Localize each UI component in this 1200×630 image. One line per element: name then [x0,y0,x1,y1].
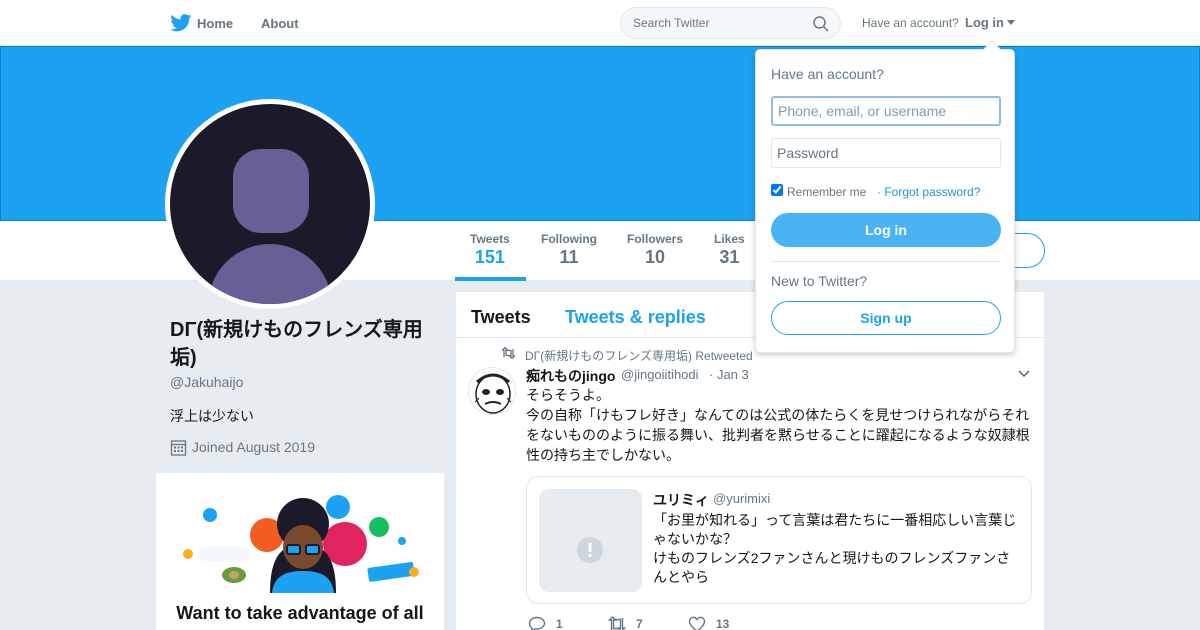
tweet-author-handle[interactable]: @jingoiitihodi [621,367,699,382]
new-to-twitter-text: New to Twitter? [771,273,868,289]
stat-value: 151 [474,247,505,267]
quoted-text-line: ゃないかな？ [653,531,737,547]
tweet-text-line: 今の自称「けもフレ好き」なんてのは公式の体たらくを見せつけられながらそれ [526,407,1030,423]
quoted-author-name: ユリミィ [653,492,709,508]
top-nav-bar: Home About Have an account? Log in [0,0,1200,46]
search-box [620,7,841,39]
have-account-text: Have an account? [862,16,959,30]
stat-followers[interactable]: Followers 10 [627,232,683,268]
stat-label: Followers [627,232,684,246]
login-button[interactable]: Log in [771,213,1001,247]
signup-button[interactable]: Sign up [771,301,1001,335]
remember-me-label[interactable]: Remember me [787,185,866,199]
promo-illustration [183,495,419,593]
retweeted-by-text: DΓ(新規けものフレンズ専用垢) Retweeted [525,349,753,363]
quoted-author-handle: @yurimixi [713,491,771,506]
quoted-tweet-image-placeholder [539,489,642,592]
default-avatar-image [170,104,370,304]
tab-tweets-and-replies[interactable]: Tweets & replies [565,307,706,328]
unavailable-image-icon [577,537,603,563]
stat-label: Tweets [470,232,510,246]
active-stat-underline [455,277,526,281]
quoted-text-line: けものフレンズ2ファンさんと現けものフレンズファンさ [653,550,1011,566]
tab-tweets[interactable]: Tweets [471,307,531,328]
login-dropdown-toggle[interactable]: Log in [965,15,1004,30]
heart-icon [688,616,706,630]
dropdown-title: Have an account? [771,66,884,82]
caret-down-icon[interactable] [1007,20,1015,25]
stat-following[interactable]: Following 11 [541,232,597,268]
search-icon[interactable] [812,15,830,33]
tweet-text-line: をないもののように振る舞い、批判者を黙らせることに躍起になるような奴隷根 [526,427,1030,443]
forgot-password-link[interactable]: · Forgot password? [877,185,980,199]
nav-home-link[interactable]: Home [197,16,233,31]
password-field[interactable] [771,138,1001,168]
tweet-date[interactable]: · Jan 3 [709,367,749,382]
stat-value: 10 [644,247,666,267]
profile-name: DΓ(新規けものフレンズ専用垢) [170,319,423,369]
retweet-icon [608,616,626,630]
stat-tweets[interactable]: Tweets 151 [470,232,510,268]
nav-about-link[interactable]: About [261,16,299,31]
tweet-text-line: そらそうよ。 [526,387,610,403]
stat-likes[interactable]: Likes 31 [714,232,745,268]
divider [771,261,1001,262]
stat-value: 31 [719,247,740,267]
username-field[interactable] [771,96,1001,126]
profile-handle: @Jakuhaijo [170,374,244,390]
remember-me-checkbox[interactable] [771,184,783,196]
like-count: 13 [716,617,730,630]
retweet-count: 7 [636,617,643,630]
twitter-logo-icon[interactable] [170,14,192,32]
tweet-author-name[interactable]: 痴れものjingo [526,366,615,386]
signup-promo-card: Want to take advantage of all [156,473,444,630]
stat-value: 11 [559,247,579,267]
avatar-head-shape [233,149,309,233]
calendar-icon [170,440,187,456]
tweet-text-line: 性の持ち主でしかない。 [526,447,680,463]
login-dropdown: Have an account? Remember me · Forgot pa… [755,40,1015,353]
profile-bio: 浮上は少ない [170,408,254,424]
profile-avatar[interactable] [165,99,375,309]
stat-label: Following [541,232,597,246]
sketch-face-icon [474,373,512,414]
quoted-text-line: 「お里が知れる」って言葉は君たちに一番相応しい言葉じ [653,512,1017,528]
quoted-tweet-text: 「お里が知れる」って言葉は君たちに一番相応しい言葉じ ゃないかな？ けものフレン… [653,511,1023,587]
reply-count: 1 [556,617,563,630]
reply-icon [528,616,546,630]
tweet-author-avatar[interactable] [468,367,516,415]
tweet-text: そらそうよ。 今の自称「けもフレ好き」なんてのは公式の体たらくを見せつけられなが… [526,385,1034,465]
chevron-down-icon[interactable] [1018,370,1030,378]
search-input[interactable] [633,8,813,38]
quoted-tweet[interactable]: ユリミィ @yurimixi 「お里が知れる」って言葉は君たちに一番相応しい言葉… [526,476,1032,604]
joined-date: Joined August 2019 [192,439,315,455]
quoted-text-line: んとやら [653,569,709,585]
avatar-body-shape [208,244,332,304]
retweet-small-icon [501,347,516,359]
promo-title: Want to take advantage of all [176,603,424,623]
stat-label: Likes [714,232,745,246]
